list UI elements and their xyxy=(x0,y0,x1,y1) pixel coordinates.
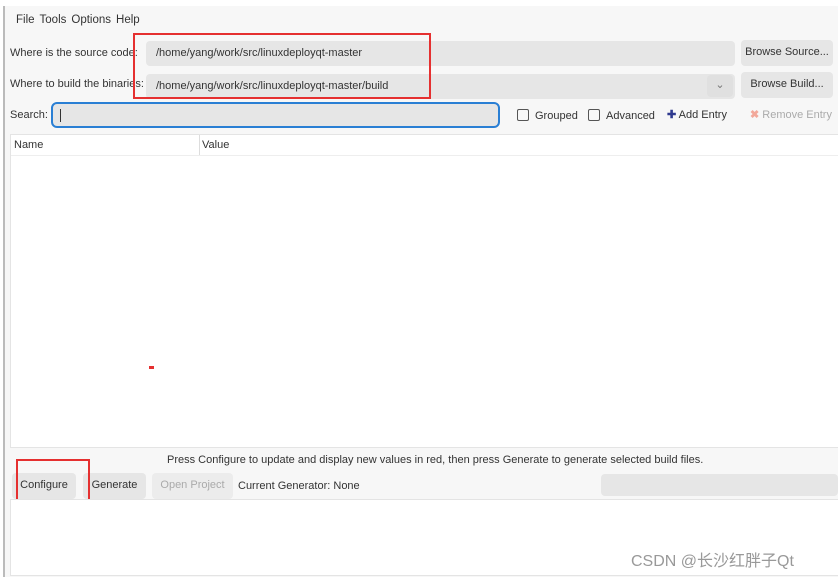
column-name[interactable]: Name xyxy=(14,139,43,151)
open-project-button[interactable]: Open Project xyxy=(152,473,233,499)
advanced-checkbox[interactable]: Advanced xyxy=(588,109,655,122)
column-value[interactable]: Value xyxy=(202,139,229,151)
red-mark xyxy=(149,366,154,369)
current-generator: Current Generator: None xyxy=(238,480,360,492)
hint-text: Press Configure to update and display ne… xyxy=(167,454,704,466)
cache-table[interactable]: Name Value xyxy=(10,134,838,448)
source-label: Where is the source code: xyxy=(10,47,138,59)
menu-options[interactable]: Options xyxy=(71,14,111,26)
menu-help[interactable]: Help xyxy=(116,14,140,26)
grouped-label: Grouped xyxy=(535,110,578,122)
browse-build-button[interactable]: Browse Build... xyxy=(741,72,833,98)
remove-icon: ✖ xyxy=(750,109,760,121)
generate-button[interactable]: Generate xyxy=(83,473,146,499)
menu-bar: File Tools Options Help xyxy=(16,14,145,26)
remove-entry-button[interactable]: ✖ Remove Entry xyxy=(750,108,832,121)
search-input[interactable] xyxy=(51,102,500,128)
add-entry-label: Add Entry xyxy=(678,109,727,121)
advanced-label: Advanced xyxy=(606,110,655,122)
checkbox-icon xyxy=(517,109,529,121)
browse-source-button[interactable]: Browse Source... xyxy=(741,40,833,66)
checkbox-icon xyxy=(588,109,600,121)
watermark: CSDN @长沙红胖子Qt xyxy=(631,553,794,570)
plus-icon: ✚ xyxy=(667,109,677,121)
text-cursor xyxy=(60,109,61,122)
menu-file[interactable]: File xyxy=(16,14,35,26)
progress-bar xyxy=(601,474,838,496)
add-entry-button[interactable]: ✚ Add Entry xyxy=(667,108,727,121)
search-label: Search: xyxy=(10,109,48,121)
menu-tools[interactable]: Tools xyxy=(40,14,67,26)
grouped-checkbox[interactable]: Grouped xyxy=(517,109,578,122)
build-label: Where to build the binaries: xyxy=(10,78,144,90)
remove-entry-label: Remove Entry xyxy=(762,109,832,121)
chevron-down-icon[interactable]: ⌄ xyxy=(707,75,733,97)
highlight-box-paths xyxy=(133,33,431,99)
table-header: Name Value xyxy=(11,135,838,156)
